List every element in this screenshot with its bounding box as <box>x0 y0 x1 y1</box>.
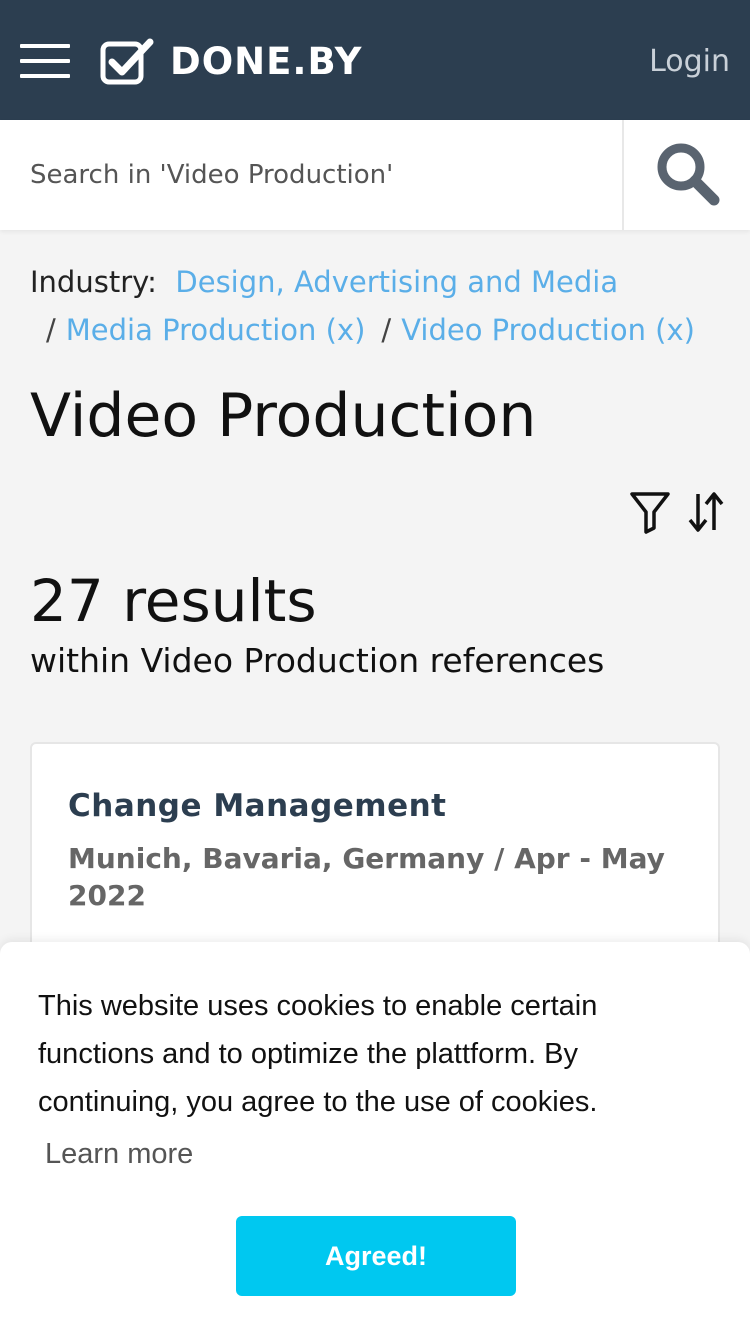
cookie-message: This website uses cookies to enable cert… <box>38 990 598 1118</box>
breadcrumb-label: Industry: <box>30 265 157 299</box>
logo-check-icon[interactable] <box>100 38 156 86</box>
cookie-banner: This website uses cookies to enable cert… <box>0 942 750 1334</box>
brand-name[interactable]: DONE.BY <box>170 38 362 86</box>
card-location-date: Munich, Bavaria, Germany / Apr - May 202… <box>68 842 665 912</box>
agree-button[interactable]: Agreed! <box>236 1216 516 1296</box>
page-title: Video Production <box>30 381 537 451</box>
learn-more-link[interactable]: Learn more <box>45 1134 193 1174</box>
top-navbar: DONE.BY Login <box>0 0 750 120</box>
breadcrumb-separator: / <box>46 313 56 347</box>
breadcrumb-design-advertising-media[interactable]: Design, Advertising and Media <box>175 265 618 299</box>
search-button[interactable] <box>624 120 750 230</box>
sort-icon[interactable] <box>686 490 726 534</box>
breadcrumb-separator: / <box>381 313 392 347</box>
menu-icon[interactable] <box>20 44 70 78</box>
breadcrumb-media-production[interactable]: Media Production (x) <box>66 313 366 347</box>
breadcrumb: Industry: Design, Advertising and Media … <box>30 258 720 354</box>
results-subtitle: within Video Production references <box>30 641 605 680</box>
breadcrumb-video-production[interactable]: Video Production (x) <box>401 313 695 347</box>
search-bar <box>0 120 750 230</box>
search-icon <box>657 143 720 206</box>
search-input[interactable] <box>0 120 622 230</box>
results-count: 27 results <box>30 567 317 635</box>
card-title[interactable]: Change Management <box>68 788 447 824</box>
filter-icon[interactable] <box>628 490 672 534</box>
login-link[interactable]: Login <box>649 40 730 84</box>
